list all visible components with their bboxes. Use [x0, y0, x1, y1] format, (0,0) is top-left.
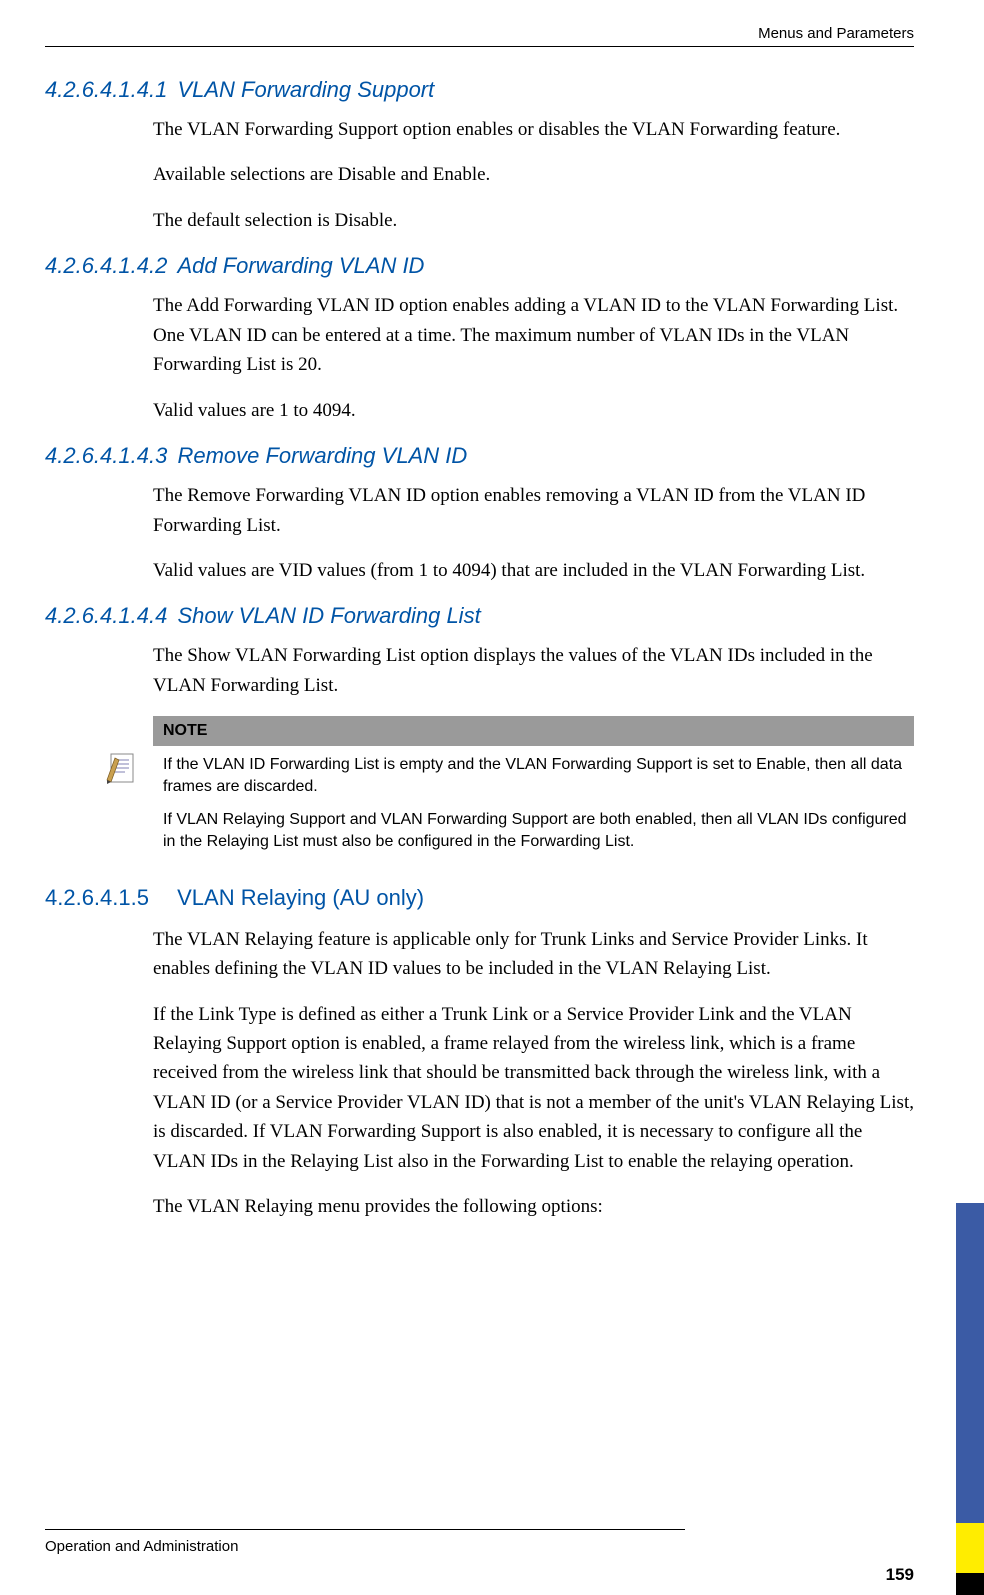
heading-4-2-6-4-1-4-4: 4.2.6.4.1.4.4 Show VLAN ID Forwarding Li…: [45, 603, 914, 629]
note-para: If the VLAN ID Forwarding List is empty …: [153, 746, 914, 801]
heading-4-2-6-4-1-4-1: 4.2.6.4.1.4.1 VLAN Forwarding Support: [45, 77, 914, 103]
body-para: The VLAN Forwarding Support option enabl…: [153, 115, 914, 144]
heading-title: Add Forwarding VLAN ID: [177, 253, 424, 279]
footer-rule: [45, 1529, 685, 1530]
body-para: The default selection is Disable.: [153, 206, 914, 235]
heading-num: 4.2.6.4.1.4.1: [45, 77, 167, 103]
side-tabs: [956, 1203, 984, 1595]
heading-title: VLAN Relaying (AU only): [177, 885, 424, 911]
note-header: NOTE: [153, 716, 914, 746]
heading-title: Remove Forwarding VLAN ID: [177, 443, 467, 469]
tab-blue: [956, 1203, 984, 1523]
heading-title: VLAN Forwarding Support: [177, 77, 434, 103]
body-para: Valid values are VID values (from 1 to 4…: [153, 556, 914, 585]
header-chapter: Menus and Parameters: [45, 25, 914, 42]
note-box: NOTE If the VLAN ID Forwarding List is e…: [93, 716, 914, 856]
note-icon: [93, 716, 153, 786]
heading-num: 4.2.6.4.1.4.2: [45, 253, 167, 279]
footer-text: Operation and Administration: [45, 1538, 914, 1555]
body-para: The VLAN Relaying menu provides the foll…: [153, 1192, 914, 1221]
note-para: If VLAN Relaying Support and VLAN Forwar…: [153, 801, 914, 856]
page-number: 159: [886, 1565, 914, 1585]
body-para: The Remove Forwarding VLAN ID option ena…: [153, 481, 914, 540]
body-para: If the Link Type is defined as either a …: [153, 1000, 914, 1177]
heading-4-2-6-4-1-4-2: 4.2.6.4.1.4.2 Add Forwarding VLAN ID: [45, 253, 914, 279]
heading-title: Show VLAN ID Forwarding List: [177, 603, 480, 629]
tab-black: [956, 1573, 984, 1595]
body-para: Available selections are Disable and Ena…: [153, 160, 914, 189]
body-para: The Show VLAN Forwarding List option dis…: [153, 641, 914, 700]
body-para: Valid values are 1 to 4094.: [153, 396, 914, 425]
footer: Operation and Administration: [45, 1529, 914, 1555]
heading-num: 4.2.6.4.1.4.3: [45, 443, 167, 469]
heading-num: 4.2.6.4.1.5: [45, 885, 149, 911]
body-para: The Add Forwarding VLAN ID option enable…: [153, 291, 914, 379]
header-rule: [45, 46, 914, 47]
body-para: The VLAN Relaying feature is applicable …: [153, 925, 914, 984]
tab-yellow: [956, 1523, 984, 1573]
heading-4-2-6-4-1-4-3: 4.2.6.4.1.4.3 Remove Forwarding VLAN ID: [45, 443, 914, 469]
heading-num: 4.2.6.4.1.4.4: [45, 603, 167, 629]
heading-4-2-6-4-1-5: 4.2.6.4.1.5 VLAN Relaying (AU only): [45, 885, 914, 911]
